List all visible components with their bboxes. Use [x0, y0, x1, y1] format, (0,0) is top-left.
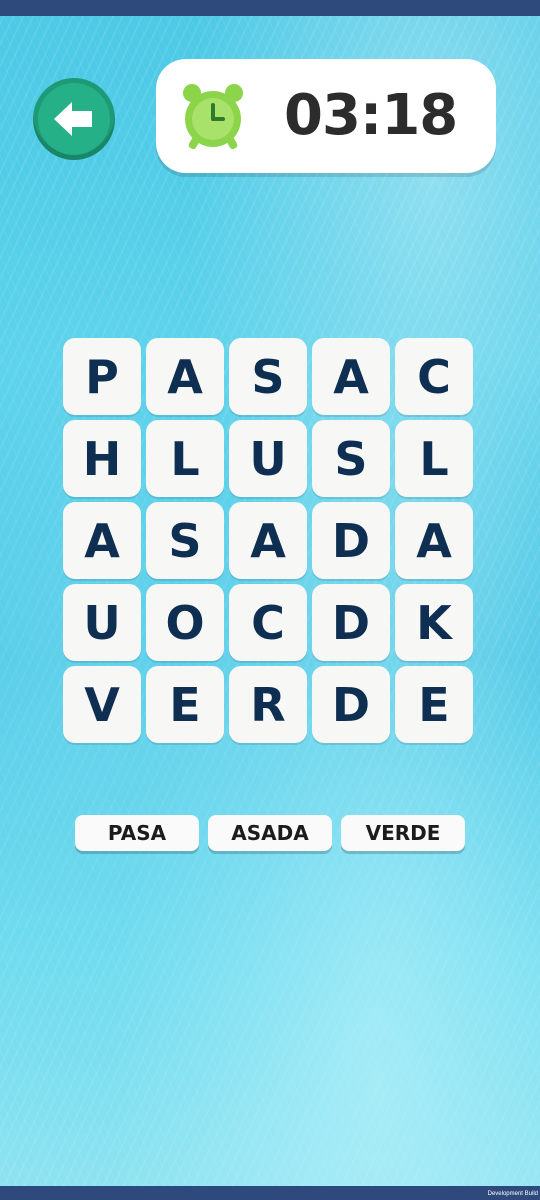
letter-tile[interactable]: O — [146, 584, 224, 661]
letter-tile[interactable]: R — [229, 666, 307, 743]
development-build-label: Development Build — [487, 1191, 538, 1197]
back-button[interactable] — [33, 78, 115, 160]
letter-tile[interactable]: D — [312, 666, 390, 743]
letter-tile[interactable]: V — [63, 666, 141, 743]
arrow-left-icon — [54, 102, 92, 136]
word-chip-verde: VERDE — [341, 815, 465, 851]
letter-tile[interactable]: E — [395, 666, 473, 743]
letter-tile[interactable]: L — [146, 420, 224, 497]
letter-tile[interactable]: A — [395, 502, 473, 579]
letter-grid[interactable]: P A S A C H L U S L A S A D A U O C D K … — [63, 338, 477, 743]
footer-bar: Development Build — [0, 1186, 540, 1200]
letter-tile[interactable]: A — [63, 502, 141, 579]
letter-tile[interactable]: A — [312, 338, 390, 415]
letter-tile[interactable]: S — [146, 502, 224, 579]
letter-tile[interactable]: C — [395, 338, 473, 415]
alarm-clock-icon — [183, 84, 243, 150]
status-bar — [0, 0, 540, 16]
letter-tile[interactable]: D — [312, 584, 390, 661]
letter-tile[interactable]: P — [63, 338, 141, 415]
letter-tile[interactable]: S — [312, 420, 390, 497]
letter-tile[interactable]: U — [63, 584, 141, 661]
word-list: PASA ASADA VERDE — [75, 815, 470, 855]
letter-tile[interactable]: A — [229, 502, 307, 579]
back-button-face[interactable] — [38, 83, 110, 155]
letter-tile[interactable]: A — [146, 338, 224, 415]
word-chip-pasa: PASA — [75, 815, 199, 851]
letter-tile[interactable]: D — [312, 502, 390, 579]
timer-panel: 03:18 — [156, 59, 496, 173]
letter-tile[interactable]: H — [63, 420, 141, 497]
letter-tile[interactable]: E — [146, 666, 224, 743]
letter-tile[interactable]: K — [395, 584, 473, 661]
letter-tile[interactable]: C — [229, 584, 307, 661]
letter-tile[interactable]: L — [395, 420, 473, 497]
letter-tile[interactable]: U — [229, 420, 307, 497]
word-chip-asada: ASADA — [208, 815, 332, 851]
timer-text: 03:18 — [284, 83, 458, 148]
letter-tile[interactable]: S — [229, 338, 307, 415]
